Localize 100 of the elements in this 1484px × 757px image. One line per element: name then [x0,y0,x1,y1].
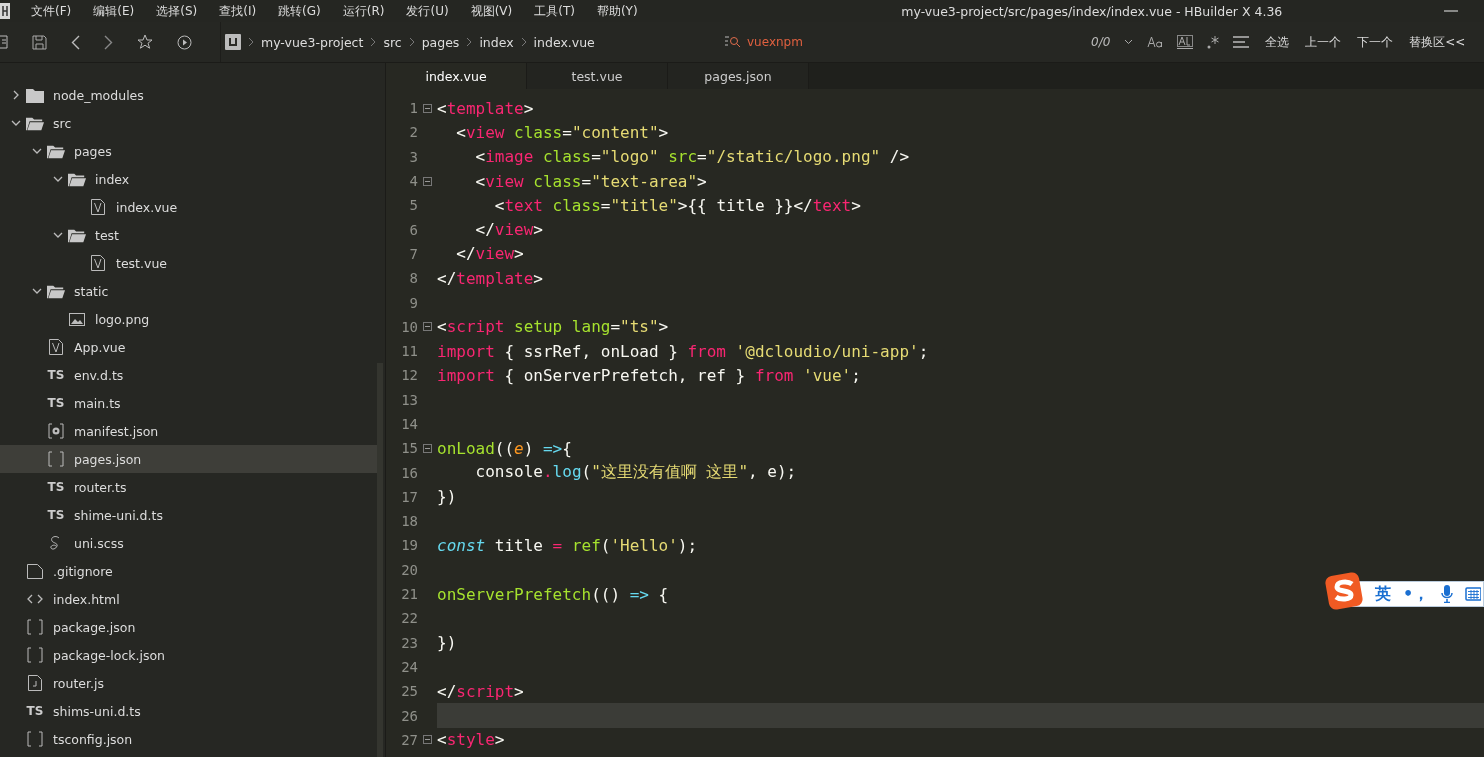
line-number: 12 [400,367,418,384]
fold-icon[interactable] [423,735,432,745]
expand-icon[interactable] [31,288,42,294]
project-icon [225,34,241,50]
chevron-icon [408,37,415,47]
scrollbar[interactable] [377,363,383,757]
tree-item[interactable]: package.json [0,613,377,641]
fold-icon[interactable] [423,103,432,113]
menu-item[interactable]: 文件(F) [31,2,72,20]
line-number: 15 [400,440,418,457]
menu-item[interactable]: 跳转(G) [278,2,321,20]
microphone-icon[interactable] [1441,585,1454,603]
file-type-label: TS [47,368,65,382]
menu-item[interactable]: 运行(R) [342,2,385,20]
save-icon[interactable] [32,34,47,50]
tree-item[interactable]: TS router.ts [0,473,377,501]
find-button[interactable]: 替换区<< [1409,33,1466,51]
regex-icon[interactable] [1207,35,1220,49]
tree-item[interactable]: uni.scss [0,529,377,557]
keyboard-icon[interactable] [1465,587,1482,601]
tree-item[interactable]: manifest.json [0,417,377,445]
breadcrumb-item[interactable]: index.vue [533,34,595,50]
whole-word-icon[interactable] [1177,35,1194,49]
tree-item[interactable]: TS shims-uni.d.ts [0,697,377,725]
align-icon[interactable] [1233,36,1250,48]
tree-item[interactable]: package-lock.json [0,641,377,669]
fold-icon[interactable] [423,443,432,453]
tree-item[interactable]: index [0,165,377,193]
line-number: 3 [408,148,418,165]
expand-icon[interactable] [52,176,63,182]
file-type-label: TS [47,396,65,410]
fold-icon[interactable] [423,176,432,186]
tree-item[interactable]: index.html [0,585,377,613]
menu-item[interactable]: 工具(T) [534,2,575,20]
fold-icon[interactable] [423,322,432,332]
code-text: </view> [455,244,524,264]
line-number: 24 [400,658,418,675]
star-icon[interactable] [137,34,153,50]
code-text: import { onServerPrefetch, ref } from 'vue'; [437,365,861,385]
tree-item[interactable]: test [0,221,377,249]
tree-item[interactable]: src [0,109,377,137]
find-button[interactable]: 下一个 [1357,33,1394,51]
tree-item[interactable]: static [0,277,377,305]
code-text: <view class="content"> [455,122,669,142]
tree-item[interactable]: index.vue [0,193,377,221]
menu-item[interactable]: 选择(S) [156,2,198,20]
expand-icon[interactable] [10,120,21,126]
back-icon[interactable] [71,34,80,50]
tree-item[interactable]: TS env.d.ts [0,361,377,389]
menu-item[interactable]: 查找(I) [219,2,257,20]
folder-icon [47,143,65,159]
breadcrumb-item[interactable]: pages [421,34,460,50]
code-text: <script setup lang="ts"> [437,317,669,337]
editor-tab[interactable]: pages.json [668,63,809,89]
expand-icon[interactable] [52,232,63,238]
editor-tab[interactable]: index.vue [386,63,527,89]
menu-item[interactable]: 编辑(E) [93,2,135,20]
tree-item[interactable]: pages [0,137,377,165]
tree-item[interactable]: logo.png [0,305,377,333]
brackets-icon [27,647,43,663]
chevron-icon [370,37,377,47]
collapse-icon[interactable] [12,90,19,100]
expand-icon[interactable] [31,148,42,154]
editor-tab[interactable]: test.vue [527,63,668,89]
dropdown-icon[interactable] [1124,39,1134,45]
line-number: 9 [408,294,418,311]
file-type-label: TS [47,508,65,522]
breadcrumb-item[interactable]: index [479,34,514,50]
file-icon [27,563,43,579]
tree-item[interactable]: pages.json [0,445,377,473]
panel-icon[interactable] [0,35,8,49]
forward-icon[interactable] [104,34,113,50]
menu-item[interactable]: 视图(V) [470,2,513,20]
ime-logo-icon[interactable] [1325,572,1363,610]
run-icon[interactable] [177,34,192,50]
tree-item[interactable]: App.vue [0,333,377,361]
tree-item[interactable]: TS shime-uni.d.ts [0,501,377,529]
tree-item[interactable]: TS main.ts [0,389,377,417]
line-number: 8 [408,270,418,287]
line-number: 21 [400,586,418,603]
ime-punctuation[interactable]: •， [1403,583,1430,605]
tree-item[interactable]: router.js [0,669,377,697]
menu-item[interactable]: 发行(U) [406,2,449,20]
find-button[interactable]: 上一个 [1305,33,1342,51]
tree-item[interactable]: node_modules [0,81,377,109]
app-logo-icon [0,3,10,19]
breadcrumb-item[interactable]: src [383,34,402,50]
tree-item[interactable]: tsconfig.json [0,725,377,753]
tree-item[interactable]: .gitignore [0,557,377,585]
breadcrumb-item[interactable]: my-vue3-project [261,34,364,50]
line-number: 23 [400,634,418,651]
chevron-icon [520,37,527,47]
find-button[interactable]: 全选 [1265,33,1290,51]
match-case-icon[interactable] [1147,36,1164,48]
folder-icon [26,87,44,103]
find-field[interactable]: vuexnpm [747,35,1077,49]
ime-mode[interactable]: 英 [1375,583,1391,605]
line-number: 2 [408,124,418,141]
tree-item[interactable]: test.vue [0,249,377,277]
menu-item[interactable]: 帮助(Y) [596,2,638,20]
